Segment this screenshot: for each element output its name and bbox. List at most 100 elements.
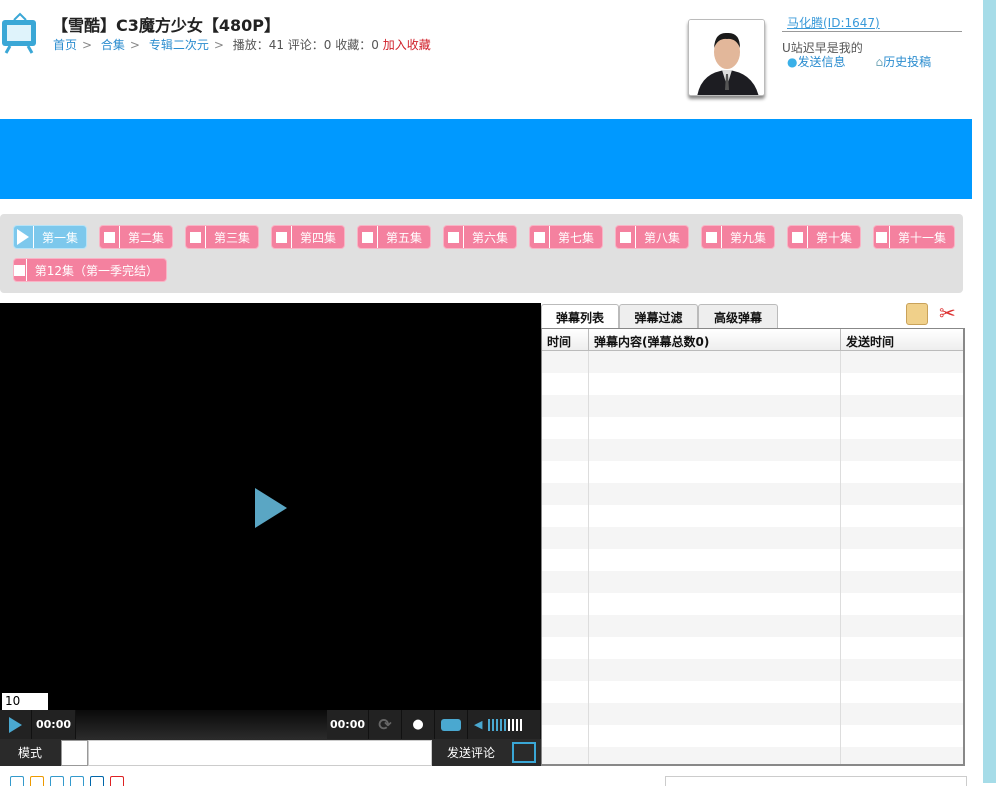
episode-list: 第一集 第二集 第三集 第四集 第五集 第六集 第七集 第八集 第九集 第十集 第十一集第12集（第… xyxy=(0,214,963,293)
total-time: 00:00 xyxy=(327,710,369,739)
video-stats: 播放：41 评论：0 收藏：0 xyxy=(232,38,379,52)
table-row xyxy=(542,527,963,549)
divider xyxy=(782,31,962,32)
add-favorite-link[interactable]: 加入收藏 xyxy=(383,38,431,52)
loop-icon[interactable]: ⟳ xyxy=(369,710,402,739)
episode-label: 第六集 xyxy=(471,230,508,245)
checkbox-icon xyxy=(530,226,550,248)
home-icon: ⌂ xyxy=(875,55,884,69)
table-row xyxy=(542,417,963,439)
big-play-icon[interactable] xyxy=(255,488,287,528)
table-row xyxy=(542,703,963,725)
comment-input[interactable] xyxy=(88,740,432,766)
table-row xyxy=(542,373,963,395)
history-link[interactable]: ⌂历史投稿 xyxy=(876,53,932,70)
control-bar: 00:00 00:00 ⟳ ● ◀ xyxy=(0,710,541,739)
checkbox-icon xyxy=(358,226,378,248)
episode-label: 第二集 xyxy=(127,230,164,245)
table-row xyxy=(542,395,963,417)
table-row xyxy=(542,571,963,593)
episode-button[interactable]: 第三集 xyxy=(185,225,259,249)
episode-label: 第五集 xyxy=(385,230,422,245)
episode-button[interactable]: 第六集 xyxy=(443,225,517,249)
breadcrumb-collection[interactable]: 合集 xyxy=(101,38,125,52)
popout-icon[interactable] xyxy=(512,742,536,763)
episode-button[interactable]: 第二集 xyxy=(99,225,173,249)
column-time[interactable]: 时间 xyxy=(542,329,589,350)
table-row xyxy=(542,549,963,571)
color-select[interactable] xyxy=(61,740,88,766)
video-player[interactable]: 10 00:00 00:00 ⟳ ● ◀ 模式 发送评论 xyxy=(0,303,541,766)
tv-logo-icon xyxy=(2,12,36,54)
episode-button[interactable]: 第十集 xyxy=(787,225,861,249)
episode-label: 第一集 xyxy=(41,230,78,245)
table-row xyxy=(542,637,963,659)
volume-bar[interactable] xyxy=(508,718,511,731)
breadcrumb-home[interactable]: 首页 xyxy=(53,38,77,52)
table-row xyxy=(542,461,963,483)
play-icon xyxy=(14,226,34,248)
table-row xyxy=(542,747,963,764)
column-send-time[interactable]: 发送时间 xyxy=(841,329,963,350)
play-button[interactable] xyxy=(0,710,32,739)
speed-input[interactable]: 10 xyxy=(2,693,48,711)
speaker-icon: ◀ xyxy=(474,718,483,731)
volume-bars[interactable] xyxy=(488,718,523,731)
tab-advanced-danmaku[interactable]: 高级弹幕 xyxy=(698,304,778,329)
volume-bar[interactable] xyxy=(500,718,503,731)
page-title: 【雪酷】C3魔方少女【480P】 xyxy=(52,16,281,35)
episode-label: 第12集（第一季完结） xyxy=(34,263,158,278)
table-row xyxy=(542,681,963,703)
checkbox-icon xyxy=(272,226,292,248)
checkbox-icon xyxy=(874,226,890,248)
table-row xyxy=(542,725,963,747)
episode-label: 第四集 xyxy=(299,230,336,245)
table-row xyxy=(542,439,963,461)
episode-button[interactable]: 第八集 xyxy=(615,225,689,249)
column-content[interactable]: 弹幕内容(弹幕总数0) xyxy=(589,329,841,350)
episode-label: 第八集 xyxy=(643,230,680,245)
volume-bar[interactable] xyxy=(496,718,499,731)
checkbox-icon xyxy=(14,259,27,281)
send-comment-button[interactable]: 发送评论 xyxy=(435,739,507,766)
page-edge-stripe xyxy=(983,0,996,783)
share-icons xyxy=(10,776,124,786)
tab-danmaku-list[interactable]: 弹幕列表 xyxy=(541,304,619,330)
send-message-link[interactable]: ●发送信息 xyxy=(787,53,846,70)
table-row xyxy=(542,593,963,615)
volume-bar[interactable] xyxy=(512,718,515,731)
volume-bar[interactable] xyxy=(520,718,523,731)
episode-button[interactable]: 第九集 xyxy=(701,225,775,249)
checkbox-icon xyxy=(702,226,722,248)
volume-bar[interactable] xyxy=(488,718,491,731)
volume-bar[interactable] xyxy=(504,718,507,731)
checkbox-icon xyxy=(616,226,636,248)
episode-label: 第七集 xyxy=(557,230,594,245)
fullscreen-icon[interactable] xyxy=(435,710,468,739)
episode-label: 第九集 xyxy=(729,230,766,245)
table-row xyxy=(542,505,963,527)
episode-button[interactable]: 第五集 xyxy=(357,225,431,249)
episode-button[interactable]: 第七集 xyxy=(529,225,603,249)
episode-button[interactable]: 第一集 xyxy=(13,225,87,249)
tab-danmaku-filter[interactable]: 弹幕过滤 xyxy=(619,304,698,329)
volume-bar[interactable] xyxy=(516,718,519,731)
episode-button[interactable]: 第十一集 xyxy=(873,225,955,249)
volume-control[interactable]: ◀ xyxy=(468,710,541,739)
breadcrumb: 首页 > 合集 > 专辑二次元 > 播放：41 评论：0 收藏：0 加入收藏 xyxy=(53,38,431,52)
tools-icon[interactable]: ✂ xyxy=(939,301,956,325)
breadcrumb-album[interactable]: 专辑二次元 xyxy=(149,38,209,52)
user-name-link[interactable]: 马化腾(ID:1647) xyxy=(787,14,880,31)
volume-bar[interactable] xyxy=(492,718,495,731)
episode-button[interactable]: 第四集 xyxy=(271,225,345,249)
comment-toggle-icon[interactable]: ● xyxy=(402,710,435,739)
episode-button[interactable]: 第12集（第一季完结） xyxy=(13,258,167,282)
table-row xyxy=(542,659,963,681)
danmaku-panel: 弹幕列表 弹幕过滤 高级弹幕 ✂ 时间 弹幕内容(弹幕总数0) 发送时间 xyxy=(541,301,965,766)
mode-button[interactable]: 模式 xyxy=(0,739,60,766)
checkbox-icon xyxy=(788,226,808,248)
current-time: 00:00 xyxy=(32,710,76,739)
side-box xyxy=(665,776,967,786)
box-icon[interactable] xyxy=(906,303,928,325)
user-avatar[interactable] xyxy=(688,19,765,96)
